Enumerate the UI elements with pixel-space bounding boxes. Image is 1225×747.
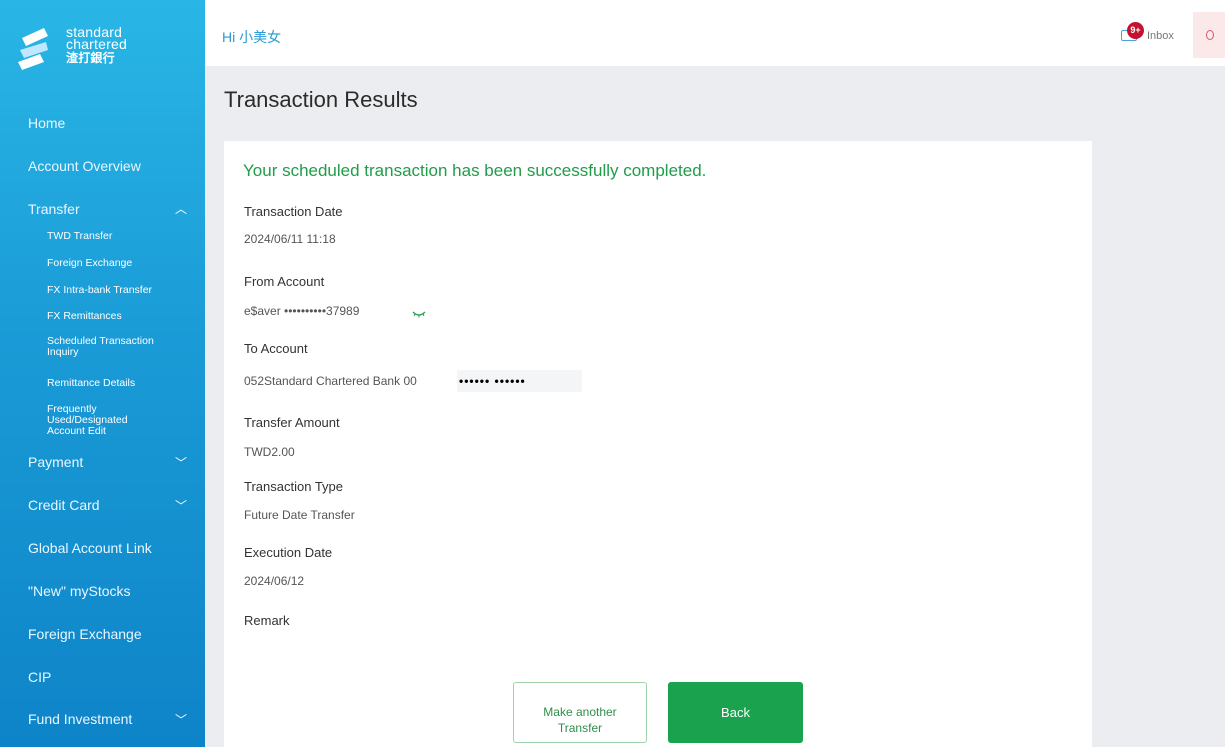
transaction-type-label: Transaction Type	[244, 479, 343, 494]
inbox-button[interactable]: 9+ Inbox	[1117, 22, 1187, 46]
back-button[interactable]: Back	[668, 682, 803, 743]
to-account-value: 052Standard Chartered Bank 00	[244, 374, 417, 388]
sidebar-item-transfer[interactable]: Transfer	[28, 201, 80, 217]
chevron-up-icon[interactable]: ︿	[175, 200, 187, 217]
standard-chartered-logo-icon	[18, 28, 48, 70]
sidebar-item-new-mystocks[interactable]: "New" myStocks	[28, 583, 131, 599]
greeting-text: Hi 小美女	[222, 29, 282, 45]
chevron-down-icon[interactable]: ﹀	[175, 711, 187, 728]
top-bar: Hi 小美女 9+ Inbox	[205, 0, 1225, 66]
make-another-transfer-label-1: Make another	[543, 704, 617, 719]
page-title: Transaction Results	[224, 87, 418, 112]
sidebar-subitem-fx-intra-bank-transfer[interactable]: FX Intra-bank Transfer	[47, 285, 152, 296]
to-account-label: To Account	[244, 341, 308, 356]
sidebar-item-home[interactable]: Home	[28, 115, 65, 131]
sidebar-item-credit-card[interactable]: Credit Card	[28, 497, 100, 513]
sidebar-subitem-frequently-used-account-edit[interactable]: Frequently Used/Designated Account Edit	[47, 404, 157, 437]
notification-badge: 9+	[1127, 22, 1144, 39]
from-account-value: e$aver ••••••••••37989	[244, 304, 360, 318]
chevron-down-icon[interactable]: ﹀	[175, 454, 187, 471]
to-account-masked-number: •••••• ••••••	[457, 370, 582, 392]
sidebar-subitem-twd-transfer[interactable]: TWD Transfer	[47, 231, 112, 242]
sidebar-item-global-account-link[interactable]: Global Account Link	[28, 540, 152, 556]
transaction-type-value: Future Date Transfer	[244, 508, 355, 522]
brand-name: standard chartered 渣打銀行	[66, 25, 127, 65]
logout-icon	[1206, 30, 1214, 40]
bank-logo[interactable]: standard chartered 渣打銀行	[18, 22, 198, 82]
brand-line-3: 渣打銀行	[66, 51, 115, 65]
eye-hidden-icon[interactable]	[412, 310, 426, 318]
from-account-label: From Account	[244, 274, 325, 289]
transaction-date-value: 2024/06/11 11:18	[244, 232, 336, 246]
success-message: Your scheduled transaction has been succ…	[243, 161, 707, 180]
make-another-transfer-button[interactable]: Make another Transfer	[513, 682, 647, 743]
transfer-amount-label: Transfer Amount	[244, 415, 340, 430]
transfer-amount-value: TWD2.00	[244, 445, 295, 459]
sidebar-subitem-foreign-exchange[interactable]: Foreign Exchange	[47, 258, 132, 269]
make-another-transfer-label-2: Transfer	[557, 720, 603, 735]
execution-date-value: 2024/06/12	[244, 574, 305, 588]
brand-line-2: chartered	[66, 36, 127, 52]
chevron-down-icon[interactable]: ﹀	[175, 497, 187, 514]
execution-date-label: Execution Date	[244, 545, 333, 560]
sidebar-item-account-overview[interactable]: Account Overview	[28, 158, 141, 174]
logout-button[interactable]	[1193, 12, 1225, 58]
sidebar-subitem-scheduled-transaction-inquiry[interactable]: Scheduled Transaction Inquiry	[47, 336, 177, 358]
sidebar-item-fund-investment[interactable]: Fund Investment	[28, 711, 132, 727]
remark-label: Remark	[244, 613, 290, 628]
transaction-result-card: Your scheduled transaction has been succ…	[224, 141, 1092, 747]
sidebar-item-payment[interactable]: Payment	[28, 454, 83, 470]
transaction-date-label: Transaction Date	[244, 204, 343, 219]
inbox-label: Inbox	[1147, 30, 1174, 42]
sidebar-item-cip[interactable]: CIP	[28, 669, 51, 685]
sidebar-item-foreign-exchange[interactable]: Foreign Exchange	[28, 626, 142, 642]
sidebar-subitem-remittance-details[interactable]: Remittance Details	[47, 378, 135, 389]
sidebar-subitem-fx-remittances[interactable]: FX Remittances	[47, 311, 122, 322]
sidebar: standard chartered 渣打銀行 Home Account Ove…	[0, 0, 205, 747]
